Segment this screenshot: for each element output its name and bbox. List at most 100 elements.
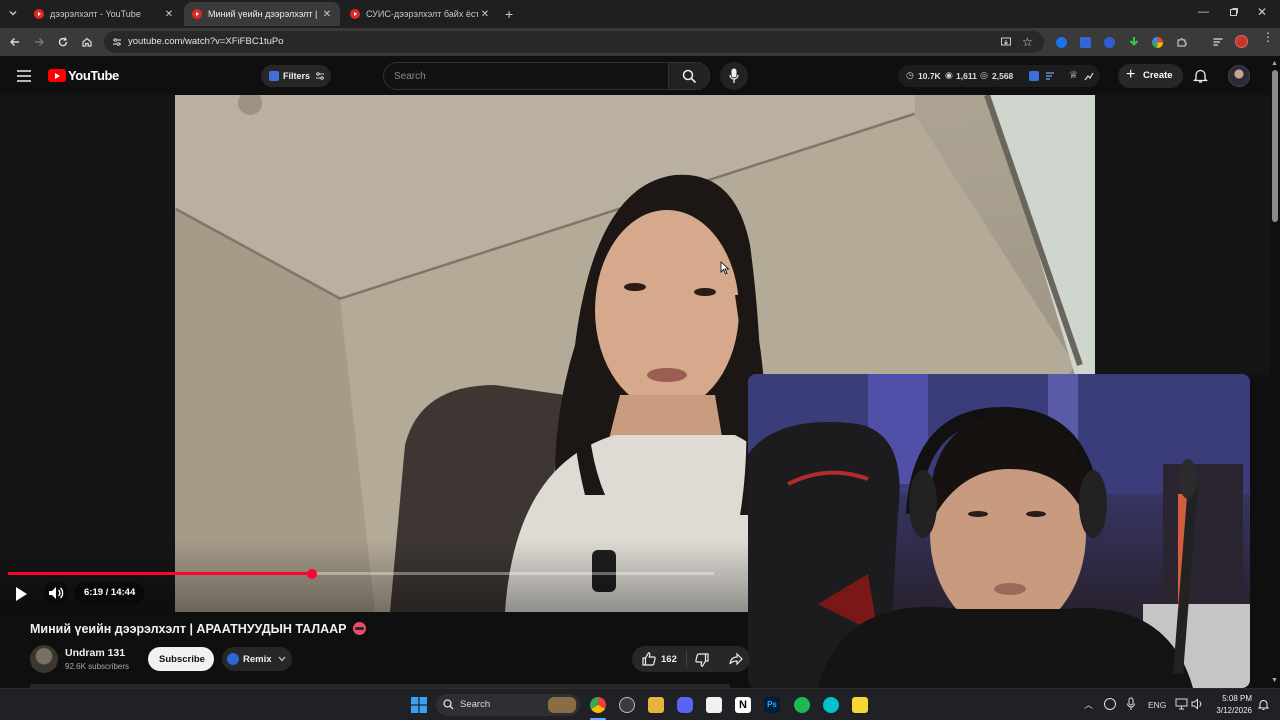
youtube-play-logo-icon <box>48 69 66 82</box>
stats-extension-bar: ◷ 10.7K ◉ 1,611 ◎ 2,568 ♕ <box>898 65 1100 87</box>
channel-avatar[interactable] <box>30 645 58 673</box>
search-highlight-image <box>548 697 576 713</box>
search-button[interactable] <box>668 62 710 90</box>
windows-start-icon[interactable] <box>411 697 427 713</box>
player-left-margin <box>0 95 175 612</box>
subscribe-button[interactable]: Subscribe <box>148 647 214 671</box>
dislike-button[interactable] <box>694 652 710 668</box>
taskbar-date[interactable]: 3/12/2026 <box>1208 706 1252 715</box>
sticky-notes-icon[interactable] <box>852 697 868 713</box>
microphone-icon <box>729 68 739 84</box>
spotify-icon[interactable] <box>794 697 810 713</box>
extensions-puzzle-icon[interactable] <box>1176 36 1188 48</box>
like-button[interactable] <box>641 651 657 667</box>
tab-close-icon[interactable]: ✕ <box>478 9 492 20</box>
tray-app-icon[interactable] <box>1104 698 1116 710</box>
stat-a: 10.7K <box>918 71 941 81</box>
share-button[interactable] <box>728 651 744 667</box>
thumbs-up-icon <box>642 652 656 666</box>
back-arrow-icon[interactable] <box>9 36 21 48</box>
site-info-icon[interactable] <box>112 37 122 47</box>
stat-c: 2,568 <box>992 71 1014 81</box>
trophy-icon[interactable]: ♕ <box>1069 70 1078 81</box>
bookmark-star-icon[interactable]: ☆ <box>1022 35 1033 49</box>
tab-close-icon[interactable]: ✕ <box>162 9 176 20</box>
tab-title: дээрэлхэлт - YouTube <box>50 9 141 19</box>
extension-3-icon[interactable] <box>1104 37 1115 48</box>
filters-button[interactable]: Filters <box>261 65 331 87</box>
forward-arrow-icon[interactable] <box>33 36 45 48</box>
capcut-icon[interactable] <box>706 697 722 713</box>
tab-2[interactable]: СУИС-дээрэлхэлт байх ёстой ю ✕ <box>342 2 498 26</box>
window-close-icon[interactable]: ✕ <box>1257 5 1267 19</box>
stat-b: 1,611 <box>956 71 977 81</box>
user-avatar[interactable] <box>1228 65 1250 87</box>
notification-bell-icon[interactable] <box>1258 699 1269 711</box>
tab-list-chevron-icon[interactable] <box>8 8 18 18</box>
search-icon <box>682 69 697 84</box>
voice-search-button[interactable] <box>720 62 748 90</box>
profile-avatar-icon[interactable] <box>1235 35 1248 48</box>
extension-4-icon[interactable] <box>1152 37 1163 48</box>
video-title: Миний үеийн дээрэлхэлт | АРААТНУУДЫН ТАЛ… <box>30 622 347 636</box>
canva-icon[interactable] <box>823 697 839 713</box>
new-tab-plus-icon[interactable]: + <box>505 6 513 22</box>
browser-toolbar: youtube.com/watch?v=XFiFBC1tuPo ☆ ⋮ <box>0 28 1280 56</box>
tray-mic-icon[interactable] <box>1126 697 1136 711</box>
channel-name[interactable]: Undram 131 <box>65 647 125 659</box>
list-filter-icon[interactable] <box>1045 71 1055 81</box>
address-bar[interactable]: youtube.com/watch?v=XFiFBC1tuPo ☆ <box>104 31 1044 53</box>
tab-close-icon[interactable]: ✕ <box>320 9 334 20</box>
subscriber-count: 92.6K subscribers <box>65 662 130 671</box>
tray-overflow-chevron-icon[interactable]: ︿ <box>1084 698 1093 711</box>
create-label: Create <box>1143 70 1173 81</box>
chrome-menu-icon[interactable]: ⋮ <box>1262 31 1274 43</box>
home-icon[interactable] <box>81 36 93 48</box>
tab-0[interactable]: дээрэлхэлт - YouTube ✕ <box>26 2 182 26</box>
file-explorer-icon[interactable] <box>648 697 664 713</box>
chevron-down-icon <box>278 656 286 662</box>
reload-icon[interactable] <box>57 36 69 48</box>
install-app-icon[interactable] <box>1000 36 1012 48</box>
scrollbar-thumb[interactable] <box>1272 70 1278 222</box>
network-icon[interactable] <box>1175 698 1188 710</box>
page-scrollbar[interactable]: ▲ ▼ <box>1270 56 1280 688</box>
youtube-header: YouTube Filters Search ◷ 10.7K ◉ 1,611 ◎… <box>0 56 1280 96</box>
scroll-down-arrow-icon[interactable]: ▼ <box>1271 677 1278 684</box>
input-language[interactable]: ENG <box>1148 700 1166 710</box>
play-button[interactable] <box>9 582 33 606</box>
reading-list-icon[interactable] <box>1212 36 1224 48</box>
taskbar-time[interactable]: 5:08 PM <box>1220 694 1252 703</box>
extension-1-icon[interactable] <box>1056 37 1067 48</box>
discord-icon[interactable] <box>677 697 693 713</box>
extension-2-icon[interactable] <box>1080 37 1091 48</box>
photoshop-icon[interactable]: Ps <box>764 697 780 713</box>
remix-button[interactable]: Remix <box>222 647 292 671</box>
search-input[interactable]: Search <box>383 62 668 90</box>
volume-tray-icon[interactable] <box>1191 698 1204 710</box>
search-placeholder: Search <box>394 71 426 82</box>
scroll-up-arrow-icon[interactable]: ▲ <box>1271 60 1278 67</box>
taskbar-search-box[interactable]: Search <box>436 694 580 716</box>
create-button[interactable]: + Create <box>1118 64 1183 88</box>
youtube-logo[interactable]: YouTube <box>48 68 119 83</box>
stats-logo-icon[interactable] <box>1029 71 1039 81</box>
download-extension-icon[interactable] <box>1128 36 1140 48</box>
taskbar-search-label: Search <box>460 699 491 710</box>
hamburger-menu-icon[interactable] <box>17 70 31 82</box>
filters-extension-icon <box>269 71 279 81</box>
like-dislike-group: 162 <box>632 646 750 672</box>
notifications-bell-icon[interactable] <box>1193 68 1208 84</box>
volume-button[interactable] <box>44 581 68 605</box>
chrome-taskbar-icon[interactable] <box>590 697 606 713</box>
progress-track[interactable] <box>8 568 714 579</box>
tab-1[interactable]: Миний үеийн дээрэлхэлт | АРА ✕ <box>184 2 340 26</box>
progress-scrubber[interactable] <box>306 568 317 579</box>
notion-icon[interactable]: N <box>735 697 751 713</box>
restore-icon[interactable] <box>1229 7 1239 17</box>
obs-taskbar-icon[interactable] <box>619 697 635 713</box>
clock-icon: ◷ <box>906 70 914 80</box>
minimize-icon[interactable]: — <box>1198 6 1209 18</box>
chart-icon[interactable] <box>1084 71 1094 81</box>
remix-label: Remix <box>243 654 272 665</box>
